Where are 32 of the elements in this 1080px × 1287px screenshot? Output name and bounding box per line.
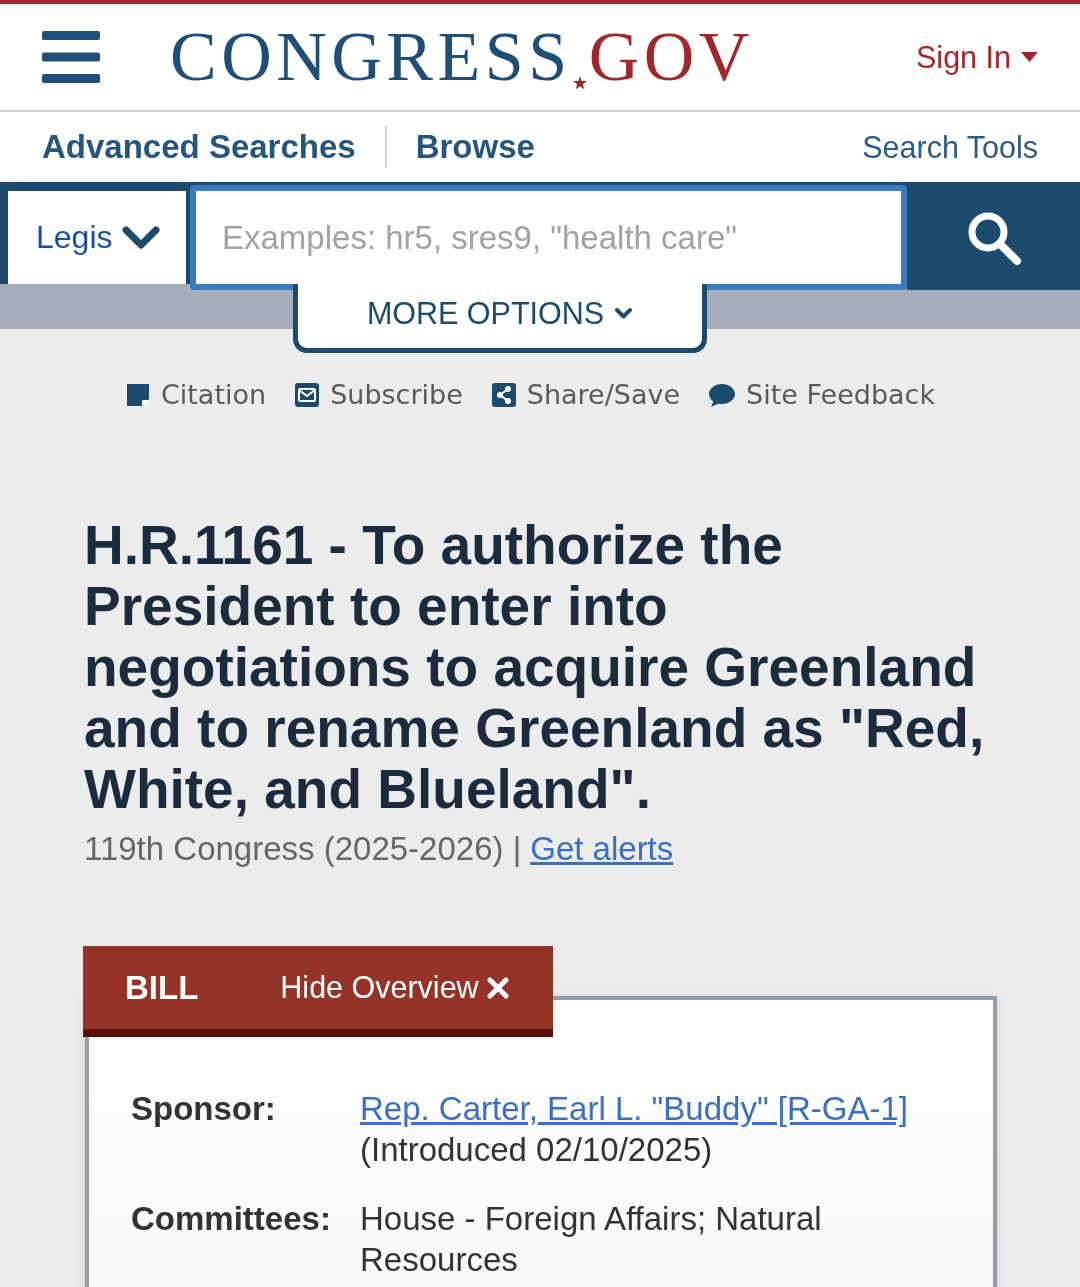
action-link[interactable]: Site Feedback xyxy=(708,379,936,410)
field-value: House - Foreign Affairs; Natural Resources xyxy=(360,1199,823,1280)
speech-bubble-icon xyxy=(708,381,737,408)
nav-link[interactable]: Browse xyxy=(415,128,535,166)
field-label: Committees: xyxy=(131,1199,332,1239)
bill-type-label: BILL xyxy=(125,968,199,1007)
sponsor-link[interactable]: Rep. Carter, Earl L. "Buddy" [R-GA-1] xyxy=(360,1088,908,1129)
collection-select[interactable]: Legis xyxy=(8,191,186,284)
search-tools-link[interactable]: Search Tools xyxy=(862,129,1038,165)
note-icon xyxy=(124,381,151,408)
field-label: Sponsor: xyxy=(131,1089,277,1129)
close-icon xyxy=(486,976,509,999)
logo-link[interactable]: CONGRESS GOV xyxy=(170,22,754,92)
field-value: (Introduced 02/10/2025) xyxy=(360,1130,713,1170)
envelope-icon xyxy=(294,381,321,408)
chevron-icon xyxy=(614,306,634,320)
star-icon xyxy=(572,76,587,90)
bill-title: H.R.1161 - To authorize the President to enter into negotiations to acquire Greenland and to rename Greenland as "Red, White, and Blueland". xyxy=(84,515,986,820)
search-field[interactable]: Examples: hr5, sres9, "health care" xyxy=(190,185,907,290)
congress-label: 119th Congress (2025-2026) | xyxy=(84,830,522,868)
action-link[interactable]: Share/Save xyxy=(490,379,681,410)
chevron-icon xyxy=(122,224,160,251)
hide-overview-button[interactable]: Hide Overview xyxy=(280,970,509,1005)
caret-icon xyxy=(1021,52,1038,62)
alerts-link[interactable]: Get alerts xyxy=(530,830,674,868)
nav-link[interactable]: Advanced Searches xyxy=(42,128,356,166)
more-options-button[interactable]: MORE OPTIONS xyxy=(293,284,707,353)
action-link[interactable]: Subscribe xyxy=(294,379,463,410)
action-link[interactable]: Citation xyxy=(124,379,267,410)
menu-icon[interactable] xyxy=(42,31,100,83)
share-icon xyxy=(490,381,517,408)
sign-in-button[interactable]: Sign In xyxy=(916,39,1038,75)
